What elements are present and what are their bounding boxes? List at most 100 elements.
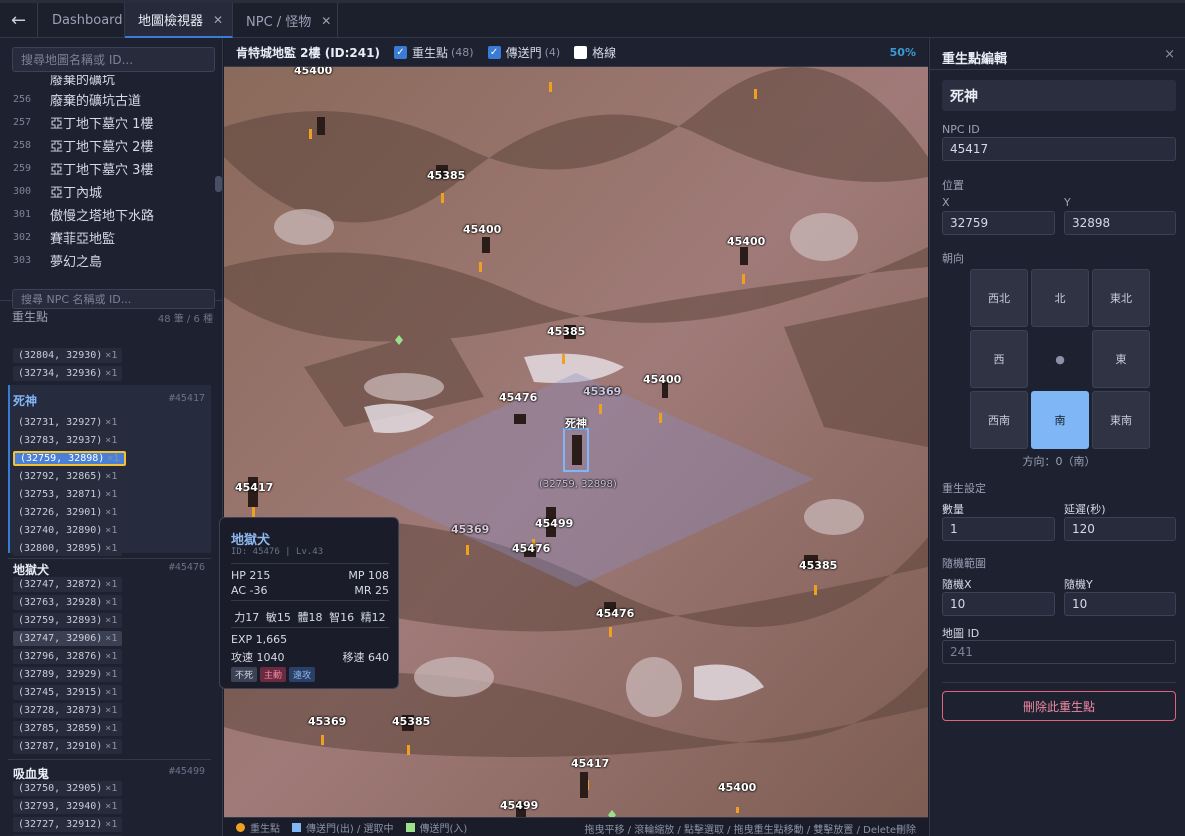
close-icon[interactable]: ✕ (213, 13, 223, 27)
dir-south[interactable]: 南 (1031, 391, 1089, 449)
map-id: 301 (13, 209, 32, 220)
npc-label: 45385 (547, 325, 586, 338)
panel-title: 重生點編輯 (942, 52, 1008, 67)
x-label: X (942, 196, 950, 209)
spawn-count: 48 筆 / 6 種 (157, 314, 213, 325)
spawn-coord[interactable]: (32727, 32912) ×1 (13, 817, 123, 832)
tab-map-viewer[interactable]: 地圖檢視器 ✕ (125, 3, 233, 38)
checkbox-checked-icon[interactable]: ✓ (487, 45, 501, 59)
dir-southeast[interactable]: 東南 (1092, 391, 1150, 449)
dir-northwest[interactable]: 西北 (970, 269, 1028, 327)
badge-undead: 不死 (231, 667, 258, 682)
spawn-coord[interactable]: (32793, 32940) ×1 (13, 799, 123, 814)
map-name: 亞丁地下墓穴 1樓 (50, 117, 154, 132)
map-id: 302 (13, 232, 32, 243)
checkbox-checked-icon[interactable]: ✓ (393, 45, 407, 59)
spawn-group-name[interactable]: 地獄犬 (13, 561, 49, 578)
tab-dashboard[interactable]: Dashboard (39, 3, 125, 38)
legend-portal-out: 傳送門(出) / 選取中 (292, 820, 394, 835)
npc-id-field[interactable]: 45417 (942, 137, 1176, 161)
npc-label: 45385 (392, 715, 431, 728)
x-field[interactable]: 32759 (942, 211, 1055, 235)
tooltip-mp: MP 108 (348, 569, 389, 582)
map-terrain (224, 67, 928, 817)
spawn-coord[interactable]: (32804, 32930) ×1 (13, 348, 123, 363)
map-list-item[interactable]: 259 亞丁地下墓穴 3樓 (0, 157, 153, 180)
tooltip-name: 地獄犬 (231, 533, 271, 548)
map-list-item[interactable]: 302 賽菲亞地監 (0, 226, 115, 249)
map-id: 300 (13, 186, 32, 197)
spawn-coord[interactable]: (32747, 32872) ×1 (13, 577, 123, 592)
close-icon[interactable]: × (1164, 47, 1175, 62)
spawn-coord[interactable]: (32728, 32873) ×1 (13, 703, 123, 718)
checkbox-empty-icon[interactable] (574, 45, 588, 59)
spawn-coord[interactable]: (32792, 32865) ×1 (13, 469, 123, 484)
spawn-coord[interactable]: (32745, 32915) ×1 (13, 685, 123, 700)
y-label: Y (1064, 196, 1071, 209)
divider (231, 600, 389, 601)
npc-search-input[interactable]: 搜尋 NPC 名稱或 ID... (12, 289, 215, 309)
npc-label: 45369 (583, 385, 622, 398)
spawn-coord[interactable]: (32759, 32893) ×1 (13, 613, 123, 628)
y-field[interactable]: 32898 (1064, 211, 1176, 235)
spawn-coord[interactable]: (32789, 32929) ×1 (13, 667, 123, 682)
controls-hint: 拖曳平移 / 滾輪縮放 / 點擊選取 / 拖曳重生點移動 / 雙擊放置 / De… (584, 825, 917, 836)
random-y-field[interactable]: 10 (1064, 592, 1176, 616)
spawn-group-name[interactable]: 吸血鬼 (13, 765, 49, 782)
dir-west[interactable]: 西 (970, 330, 1028, 388)
dir-southwest[interactable]: 西南 (970, 391, 1028, 449)
spawn-coord[interactable]: (32796, 32876) ×1 (13, 649, 123, 664)
dir-north[interactable]: 北 (1031, 269, 1089, 327)
spawn-coord[interactable]: (32750, 32905) ×1 (13, 781, 123, 796)
tab-label: NPC / 怪物 (246, 15, 312, 30)
dir-east[interactable]: 東 (1092, 330, 1150, 388)
spawn-coord[interactable]: (32726, 32901) ×1 (13, 505, 123, 520)
grid-toggle[interactable]: 格線 (574, 44, 616, 61)
delete-spawn-button[interactable]: 刪除此重生點 (942, 691, 1176, 721)
divider (942, 682, 1176, 683)
spawn-coord[interactable]: (32785, 32859) ×1 (13, 721, 123, 736)
tooltip-exp: EXP 1,665 (231, 633, 288, 646)
spawn-coord[interactable]: (32787, 32910) ×1 (13, 739, 123, 754)
count-field[interactable]: 1 (942, 517, 1055, 541)
spawn-group-id: #45476 (168, 562, 205, 573)
close-icon[interactable]: ✕ (321, 14, 331, 28)
map-list-item[interactable]: 301 傲慢之塔地下水路 (0, 203, 154, 226)
divider (231, 627, 389, 628)
map-name: 廢棄的礦坑古道 (50, 94, 142, 109)
spawn-coord[interactable]: (32783, 32937) ×1 (13, 433, 123, 448)
back-arrow-icon[interactable]: ← (0, 3, 38, 38)
spawn-coord[interactable]: (32763, 32928) ×1 (13, 595, 123, 610)
delay-field[interactable]: 120 (1064, 517, 1176, 541)
map-list-item[interactable]: 257 亞丁地下墓穴 1樓 (0, 111, 153, 134)
map-canvas[interactable]: 45400 45385 45400 45400 45385 45400 4547… (224, 67, 928, 817)
spawn-coord[interactable]: (32734, 32936) ×1 (13, 366, 123, 381)
tab-npc-monster[interactable]: NPC / 怪物 ✕ (233, 3, 338, 38)
map-list-item[interactable]: 258 亞丁地下墓穴 2樓 (0, 134, 153, 157)
map-list-scrollbar[interactable] (215, 176, 222, 192)
random-range-label: 隨機範圍 (942, 557, 986, 570)
spawn-group-name[interactable]: 死神 (13, 392, 37, 409)
direction-label: 朝向 (942, 252, 964, 265)
map-search-input[interactable]: 搜尋地圖名稱或 ID... (12, 47, 215, 72)
spawn-coord[interactable]: (32759, 32898) ×1 (13, 451, 127, 466)
npc-label: 45499 (535, 517, 574, 530)
portal-toggle[interactable]: ✓ 傳送門 (4) (487, 44, 560, 61)
map-id: 257 (13, 117, 32, 128)
spawn-coord[interactable]: (32731, 32927) ×1 (13, 415, 123, 430)
tooltip-move-speed: 移速 640 (342, 651, 390, 664)
npc-label: 45499 (500, 799, 539, 812)
spawn-coord[interactable]: (32740, 32890) ×1 (13, 523, 123, 538)
random-x-field[interactable]: 10 (942, 592, 1055, 616)
map-list-item[interactable]: 256 廢棄的礦坑古道 (0, 88, 141, 111)
map-list-item[interactable]: 303 夢幻之島 (0, 249, 102, 272)
spawn-coord[interactable]: (32747, 32906) ×1 (13, 631, 123, 646)
map-list-item[interactable]: 300 亞丁內城 (0, 180, 102, 203)
portal-in-square-icon (405, 822, 415, 832)
spawn-coord[interactable]: (32753, 32871) ×1 (13, 487, 123, 502)
spawn-coord[interactable]: (32800, 32895) ×1 (13, 541, 123, 556)
spawn-toggle[interactable]: ✓ 重生點 (48) (393, 44, 474, 61)
spawn-title: 重生點 (12, 310, 49, 324)
dir-northeast[interactable]: 東北 (1092, 269, 1150, 327)
tooltip-stat: 智16 (329, 611, 355, 624)
